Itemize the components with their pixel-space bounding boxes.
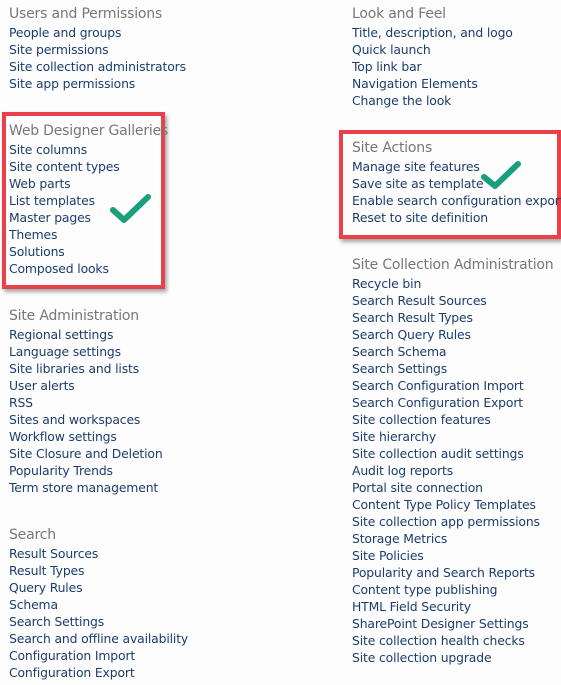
section-site-collection-administration: Site Collection Administration Recycle b… [352, 255, 554, 666]
settings-link[interactable]: Content Type Policy Templates [352, 496, 553, 513]
settings-link[interactable]: Sites and workspaces [9, 411, 163, 428]
settings-link[interactable]: Storage Metrics [352, 530, 553, 547]
section-heading: Users and Permissions [9, 6, 163, 22]
settings-link[interactable]: Web parts [9, 175, 168, 192]
settings-link[interactable]: Audit log reports [352, 462, 553, 479]
settings-link[interactable]: Configuration Import [9, 647, 188, 664]
settings-link[interactable]: SharePoint Designer Settings [352, 615, 553, 632]
settings-link[interactable]: Site collection audit settings [352, 445, 553, 462]
settings-link[interactable]: Site collection administrators [9, 58, 186, 75]
section-site-administration: Site Administration Regional settings Lan… [9, 306, 163, 496]
settings-link[interactable]: Quick launch [352, 41, 513, 58]
settings-link[interactable]: Content type publishing [352, 581, 553, 598]
settings-link[interactable]: Manage site features [352, 158, 561, 175]
section-site-actions: Site Actions Manage site features Save si… [352, 138, 561, 226]
link-list: Title, description, and logo Quick launch… [352, 24, 513, 109]
settings-link[interactable]: Term store management [9, 479, 163, 496]
link-list: Recycle bin Search Result Sources Search R… [352, 275, 553, 666]
settings-link[interactable]: Search and offline availability [9, 630, 188, 647]
settings-link[interactable]: Site app permissions [9, 75, 186, 92]
settings-link[interactable]: List templates [9, 192, 168, 209]
settings-link[interactable]: Enable search configuration export [352, 192, 561, 209]
settings-link[interactable]: Site content types [9, 158, 168, 175]
settings-link[interactable]: People and groups [9, 24, 186, 41]
settings-link[interactable]: Search Result Types [352, 309, 553, 326]
section-heading: Site Collection Administration [352, 257, 554, 273]
link-list: People and groups Site permissions Site co… [9, 24, 186, 92]
settings-link[interactable]: Search Result Sources [352, 292, 553, 309]
link-list: Regional settings Language settings Site l… [9, 326, 163, 496]
settings-link[interactable]: Site columns [9, 141, 168, 158]
link-list: Manage site features Save site as templat… [352, 158, 561, 226]
settings-link[interactable]: Composed looks [9, 260, 168, 277]
section-look-and-feel: Look and Feel Title, description, and lo… [352, 4, 513, 109]
settings-link[interactable]: RSS [9, 394, 163, 411]
settings-link[interactable]: Themes [9, 226, 168, 243]
settings-link[interactable]: Search Schema [352, 343, 553, 360]
settings-link[interactable]: Search Settings [9, 613, 188, 630]
settings-link[interactable]: Site permissions [9, 41, 186, 58]
section-heading: Site Actions [352, 140, 433, 156]
settings-link[interactable]: Solutions [9, 243, 168, 260]
settings-link[interactable]: Result Sources [9, 545, 188, 562]
settings-link[interactable]: Site hierarchy [352, 428, 553, 445]
settings-link[interactable]: Search Settings [352, 360, 553, 377]
settings-link[interactable]: Recycle bin [352, 275, 553, 292]
settings-link[interactable]: Schema [9, 596, 188, 613]
settings-link[interactable]: HTML Field Security [352, 598, 553, 615]
settings-link[interactable]: Change the look [352, 92, 513, 109]
settings-link[interactable]: Portal site connection [352, 479, 553, 496]
section-users-and-permissions: Users and Permissions People and groups S… [9, 4, 186, 92]
section-heading: Look and Feel [352, 6, 446, 22]
settings-link[interactable]: Site collection health checks [352, 632, 553, 649]
section-heading: Web Designer Galleries [9, 123, 169, 139]
settings-link[interactable]: Workflow settings [9, 428, 163, 445]
settings-link[interactable]: Search Query Rules [352, 326, 553, 343]
settings-link[interactable]: User alerts [9, 377, 163, 394]
settings-link[interactable]: Search Configuration Import [352, 377, 553, 394]
settings-link[interactable]: Configuration Export [9, 664, 188, 681]
settings-link[interactable]: Query Rules [9, 579, 188, 596]
settings-link[interactable]: Search Configuration Export [352, 394, 553, 411]
settings-link[interactable]: Save site as template [352, 175, 561, 192]
settings-link[interactable]: Regional settings [9, 326, 163, 343]
settings-link[interactable]: Site collection app permissions [352, 513, 553, 530]
settings-link[interactable]: Top link bar [352, 58, 513, 75]
settings-link[interactable]: Site Closure and Deletion [9, 445, 163, 462]
section-heading: Site Administration [9, 308, 139, 324]
settings-link[interactable]: Navigation Elements [352, 75, 513, 92]
section-web-designer-galleries: Web Designer Galleries Site columns Site … [9, 121, 168, 277]
settings-link[interactable]: Site collection features [352, 411, 553, 428]
section-search: Search Result Sources Result Types Query R… [9, 525, 188, 681]
settings-link[interactable]: Site libraries and lists [9, 360, 163, 377]
settings-link[interactable]: Result Types [9, 562, 188, 579]
settings-link[interactable]: Title, description, and logo [352, 24, 513, 41]
settings-link[interactable]: Site Policies [352, 547, 553, 564]
settings-link[interactable]: Site collection upgrade [352, 649, 553, 666]
settings-link[interactable]: Master pages [9, 209, 168, 226]
link-list: Result Sources Result Types Query Rules Sch… [9, 545, 188, 681]
section-heading: Search [9, 527, 56, 543]
settings-link[interactable]: Popularity Trends [9, 462, 163, 479]
link-list: Site columns Site content types Web parts L… [9, 141, 168, 277]
settings-link[interactable]: Language settings [9, 343, 163, 360]
settings-link[interactable]: Popularity and Search Reports [352, 564, 553, 581]
settings-link[interactable]: Reset to site definition [352, 209, 561, 226]
